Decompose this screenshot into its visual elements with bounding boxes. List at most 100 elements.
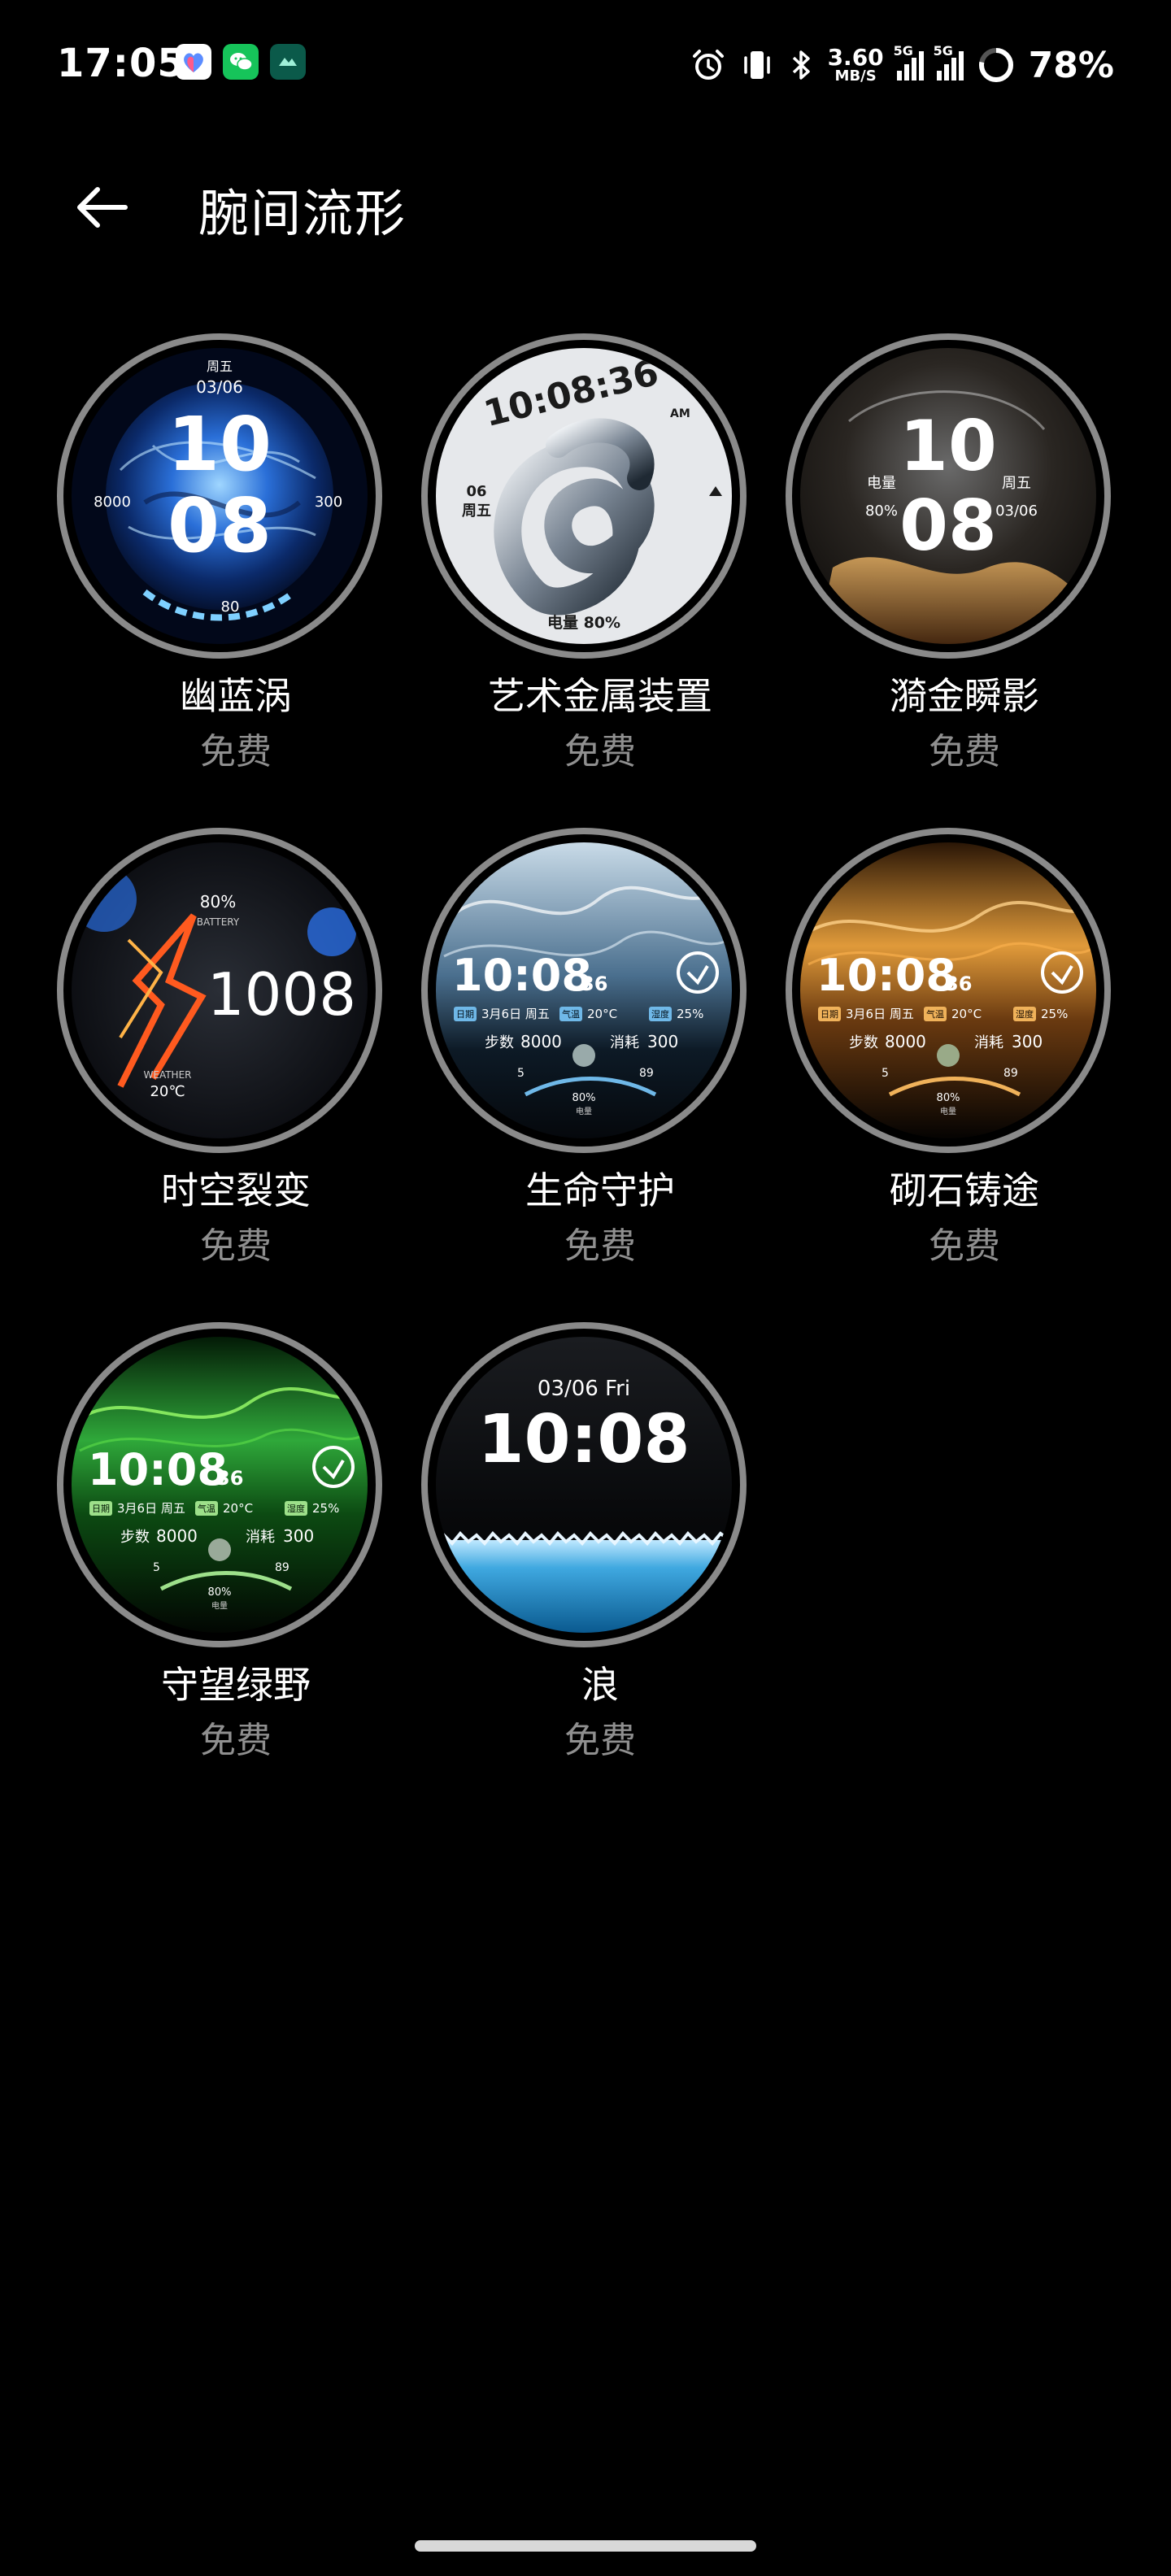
page-title: 腕间流形	[198, 184, 407, 243]
health-app-icon	[176, 44, 211, 80]
face-battery-label: 电量	[867, 475, 896, 492]
face-weekday: 周五	[462, 503, 491, 520]
watch-face-card[interactable]: 10:08 36 日期 3月6日 周五 气温 20°C 湿度 25% 步数 80…	[16, 1314, 382, 1769]
face-time: 10:08	[816, 950, 956, 1001]
face-weather-label: WEATHER	[144, 1069, 192, 1081]
watch-face-card[interactable]: 80% BATTERY 1008 WEATHER 20℃ 时空裂变 免费	[16, 820, 382, 1275]
watch-face-name: 漪金瞬影	[890, 674, 1039, 718]
watch-face-preview: 10 08 电量 80% 周五 03/06	[786, 333, 1111, 659]
face-steps: 8000	[885, 1032, 926, 1051]
status-bar: 17:05 3.60 MB/S 5G 5G 78%	[0, 0, 1171, 130]
face-steps-label: 步数	[120, 1529, 150, 1546]
watch-face-price: 免费	[929, 731, 1000, 772]
notification-icons	[176, 44, 306, 80]
face-uv: 5	[153, 1561, 160, 1574]
system-icons: 3.60 MB/S 5G 5G 78%	[690, 42, 1114, 88]
face-batt: 80%	[208, 1586, 232, 1599]
face-weekday: 周五	[1002, 475, 1031, 492]
face-date: 03/06	[196, 377, 243, 397]
face-calories: 300	[315, 494, 342, 511]
face-battery: 电量 80%	[547, 613, 620, 632]
face-cal: 300	[647, 1032, 678, 1051]
wechat-icon	[223, 44, 259, 80]
face-temp-tag: 气温	[562, 1008, 580, 1020]
face-seconds: 36	[581, 973, 607, 995]
face-date-tag: 日期	[456, 1009, 474, 1020]
face-cal: 300	[283, 1526, 314, 1546]
face-hum-tag: 湿度	[287, 1503, 305, 1514]
watch-face-card[interactable]: 10:08 36 日期 3月6日 周五 气温 20°C 湿度 25% 步数 80…	[745, 820, 1111, 1275]
face-steps: 8000	[520, 1032, 562, 1051]
face-hum: 25%	[1041, 1007, 1068, 1021]
face-date: 03/06	[995, 503, 1038, 520]
watch-face-preview: 10:08 36 日期 3月6日 周五 气温 20°C 湿度 25% 步数 80…	[786, 828, 1111, 1153]
watch-face-preview: 周五 03/06 10 08 8000 300 80	[57, 333, 382, 659]
watch-face-card[interactable]: 03/06 Fri 10:08 浪 免费	[381, 1314, 747, 1769]
battery-percent: 78%	[1028, 44, 1114, 86]
back-button[interactable]	[65, 171, 138, 244]
face-minute: 08	[899, 485, 997, 567]
watch-face-name: 浪	[581, 1663, 619, 1707]
face-hum-tag: 湿度	[651, 1008, 669, 1020]
watch-face-preview: 10:08 36 日期 3月6日 周五 气温 20°C 湿度 25% 步数 80…	[57, 1322, 382, 1647]
cellular-signal-2-icon: 5G	[934, 43, 964, 80]
face-minute: 08	[168, 482, 272, 569]
face-date: 3月6日 周五	[481, 1007, 550, 1021]
face-steps-label: 步数	[849, 1034, 878, 1051]
signal-2-label: 5G	[933, 43, 953, 59]
watch-face-preview: 80% BATTERY 1008 WEATHER 20℃	[57, 828, 382, 1153]
face-hum: 25%	[312, 1501, 339, 1516]
face-temp-tag: 气温	[926, 1008, 944, 1020]
face-hour: 10	[168, 401, 272, 488]
face-batt: 80%	[572, 1092, 596, 1104]
face-time: 10:08	[88, 1444, 228, 1495]
face-date: 3月6日 周五	[117, 1501, 185, 1516]
face-date-tag: 日期	[92, 1503, 110, 1514]
watch-face-name: 砌石铸途	[890, 1168, 1039, 1212]
network-speed: 3.60 MB/S	[828, 46, 884, 84]
face-temp-tag: 气温	[198, 1503, 215, 1514]
face-cal-label: 消耗	[610, 1034, 639, 1051]
face-batt: 80%	[937, 1092, 960, 1104]
vibrate-icon	[740, 46, 774, 84]
battery-ring-icon	[977, 46, 1016, 85]
watch-face-card[interactable]: 10:08:36 AM 06 周五 电量 80% 艺术金属装置 免费	[381, 325, 747, 781]
face-steps: 8000	[94, 494, 131, 511]
face-battery-label: BATTERY	[197, 916, 240, 928]
face-heart: 89	[639, 1067, 654, 1080]
watch-face-price: 免费	[564, 1720, 636, 1761]
face-temp: 20°C	[951, 1007, 982, 1021]
face-steps-label: 步数	[485, 1034, 514, 1051]
face-weekday: 周五	[207, 359, 233, 374]
face-weather-value: 20℃	[150, 1083, 185, 1100]
gesture-nav-bar[interactable]	[415, 2540, 756, 2552]
face-batt-label: 电量	[211, 1600, 228, 1611]
cellular-signal-1-icon: 5G	[894, 43, 924, 80]
face-heart: 89	[275, 1561, 289, 1574]
face-batt-label: 电量	[576, 1106, 592, 1116]
watch-face-card[interactable]: 10:08 36 日期 3月6日 周五 气温 20°C 湿度 25% 步数 80…	[381, 820, 747, 1275]
face-steps: 8000	[156, 1526, 198, 1546]
network-speed-value: 3.60	[827, 44, 884, 71]
face-heart: 89	[1003, 1067, 1018, 1080]
arrow-left-icon	[77, 187, 128, 228]
header: 腕间流形	[0, 154, 1171, 252]
face-battery-value: 80%	[865, 503, 898, 520]
face-battery-value: 80%	[200, 892, 236, 912]
alarm-icon	[690, 46, 727, 84]
watch-face-preview: 03/06 Fri 10:08	[421, 1322, 747, 1647]
face-temp: 20°C	[223, 1501, 253, 1516]
face-temp: 20°C	[587, 1007, 617, 1021]
watch-face-preview: 10:08:36 AM 06 周五 电量 80%	[421, 333, 747, 659]
face-date-tag: 日期	[821, 1009, 838, 1020]
face-hum: 25%	[677, 1007, 703, 1021]
face-date: 03/06 Fri	[538, 1377, 630, 1401]
watch-face-card[interactable]: 周五 03/06 10 08 8000 300 80 幽蓝涡 免费	[16, 325, 382, 781]
app-notification-icon	[270, 44, 306, 80]
face-date: 3月6日 周五	[846, 1007, 914, 1021]
watch-face-card[interactable]: 10 08 电量 80% 周五 03/06 漪金瞬影 免费	[745, 325, 1111, 781]
face-day: 06	[466, 483, 486, 500]
face-cal-label: 消耗	[246, 1529, 275, 1546]
watch-face-preview: 10:08 36 日期 3月6日 周五 气温 20°C 湿度 25% 步数 80…	[421, 828, 747, 1153]
bluetooth-icon	[787, 46, 815, 84]
